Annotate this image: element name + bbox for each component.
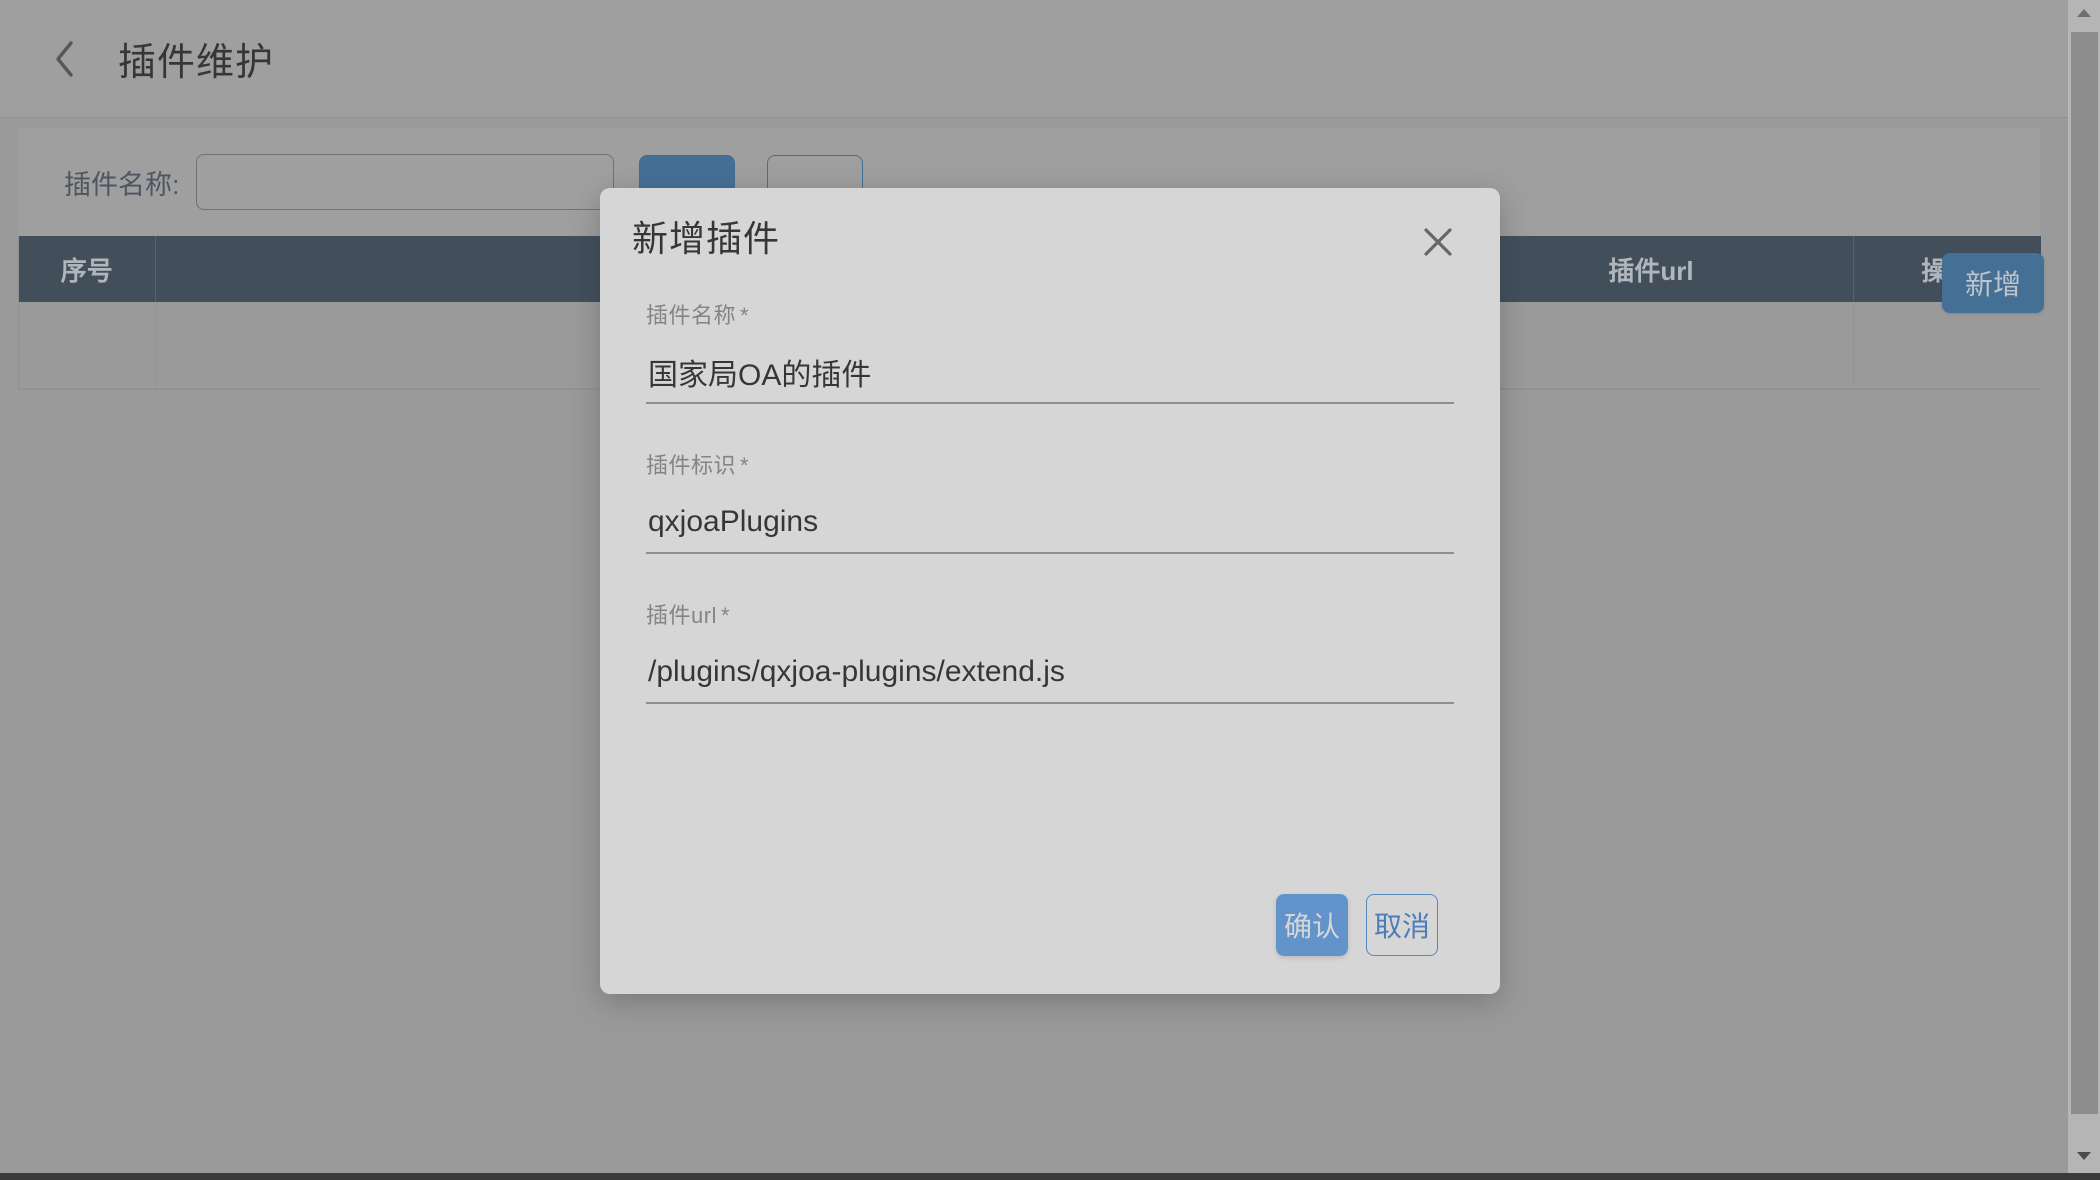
scrollbar-thumb[interactable] bbox=[2071, 32, 2098, 1114]
scrollbar-down-button[interactable] bbox=[2068, 1143, 2100, 1173]
chevron-up-icon bbox=[2075, 6, 2093, 24]
modal-overlay[interactable] bbox=[0, 0, 2068, 1173]
page-root: 插件维护 插件名称: 序号 插件url 新增 新增插件 插件名称 * 国家局OA… bbox=[0, 0, 2068, 1173]
chevron-down-icon bbox=[2075, 1149, 2093, 1167]
window-bottom-edge bbox=[0, 1173, 2100, 1180]
scrollbar-up-button[interactable] bbox=[2068, 0, 2100, 30]
vertical-scrollbar[interactable] bbox=[2068, 0, 2100, 1173]
